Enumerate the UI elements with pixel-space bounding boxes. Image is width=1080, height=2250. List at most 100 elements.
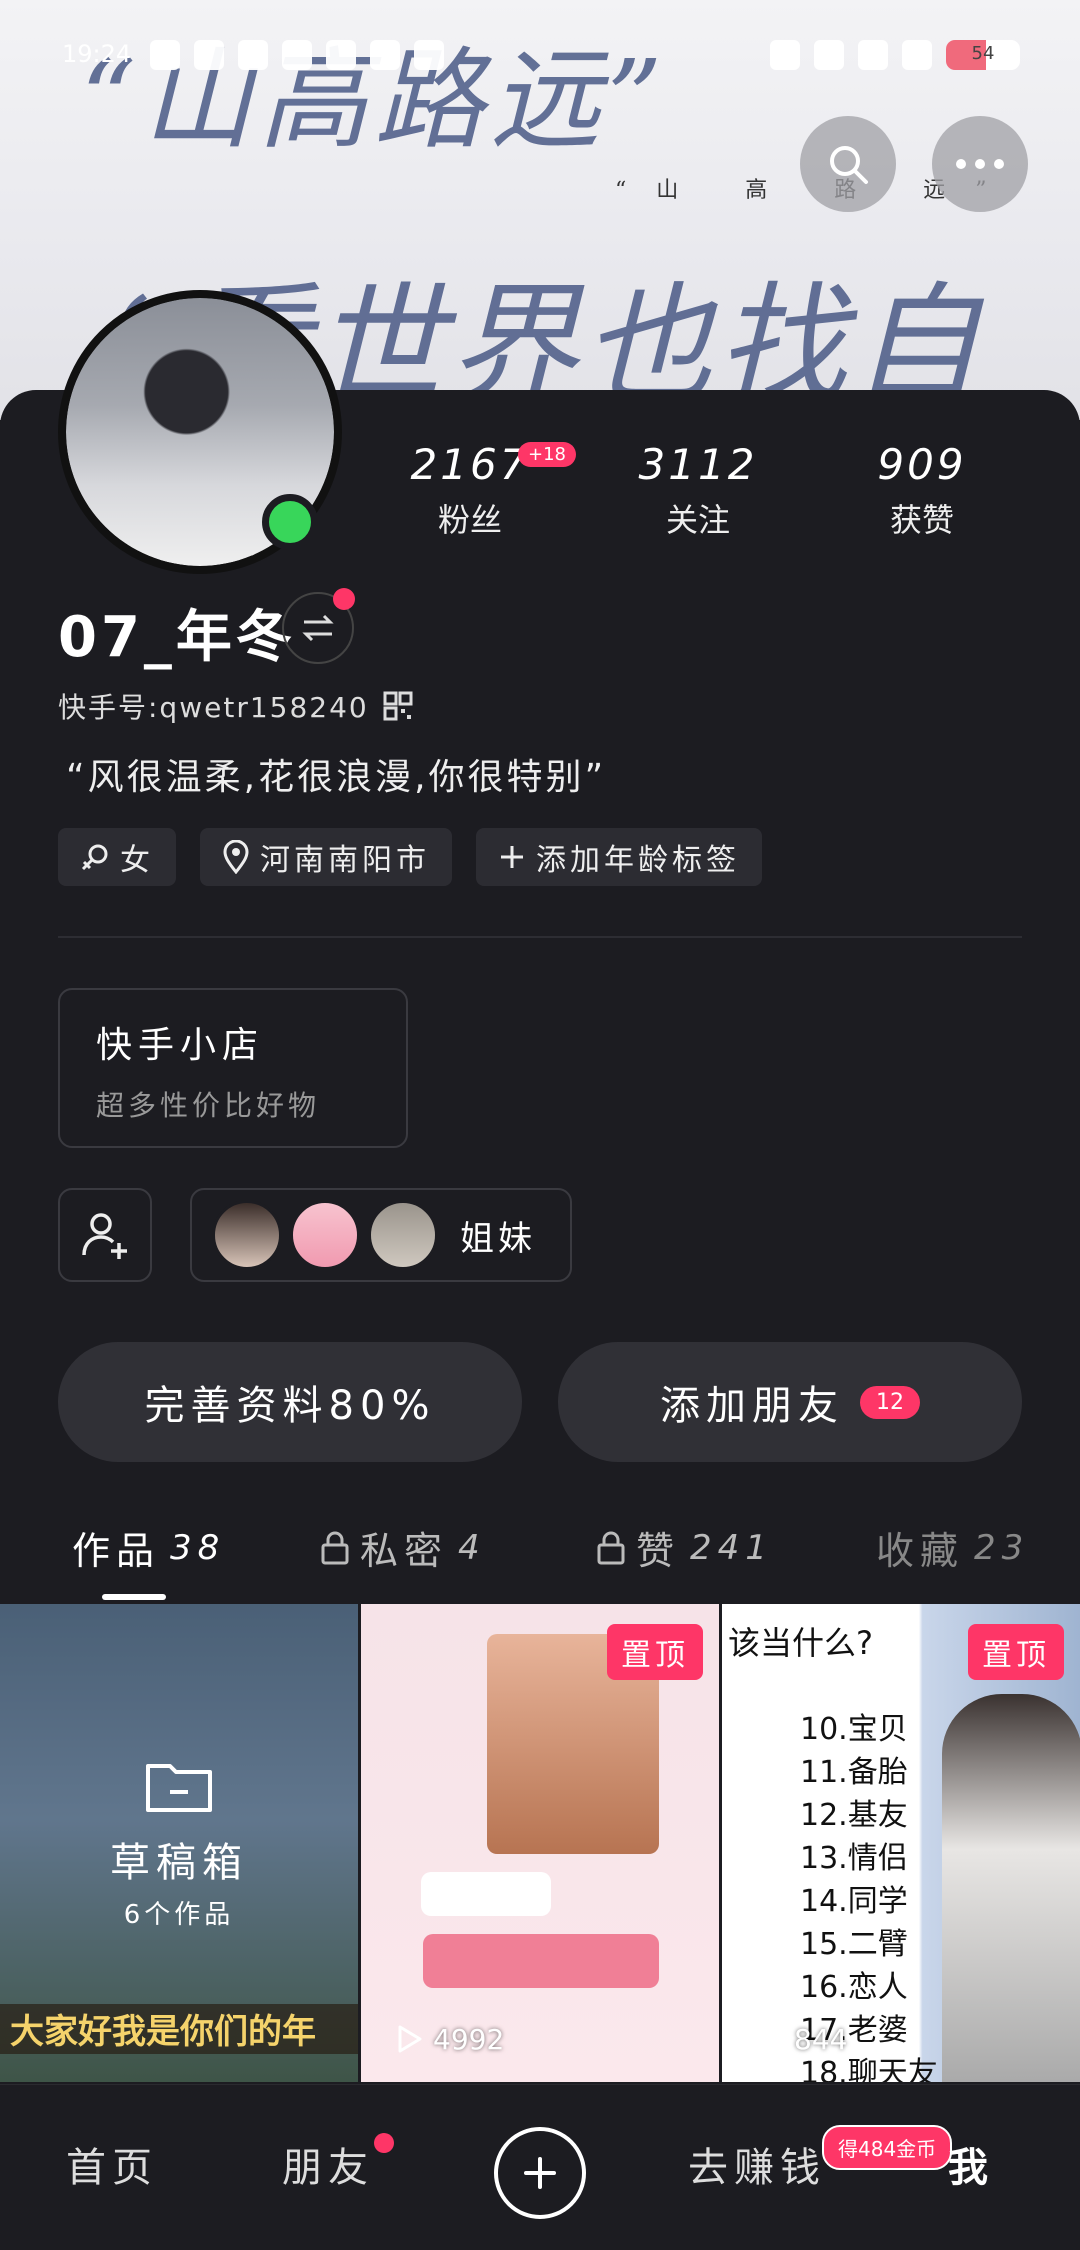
location-tag[interactable]: 河南南阳市 [200, 828, 452, 886]
tab-likes[interactable]: 赞 241 [596, 1520, 773, 1575]
pinned-badge: 置顶 [607, 1624, 703, 1680]
list-item: 11.备胎 [800, 1755, 908, 1790]
chat-bubble [423, 1934, 659, 1988]
tab-collections[interactable]: 收藏 23 [876, 1520, 1029, 1575]
group-member-avatar [212, 1200, 282, 1270]
content-tabs: 作品 38 私密 4 赞 241 收藏 23 [0, 1510, 1080, 1602]
battery-icon: 54 [946, 40, 1020, 70]
kuaishou-id: 快手号:qwetr158240 [58, 691, 369, 724]
drafts-cell[interactable]: 草稿箱 6个作品 大家好我是你们的年 [0, 1604, 358, 2082]
nav-friends[interactable]: 朋友 [282, 2135, 374, 2193]
notification-icon [370, 40, 400, 70]
gender-tag[interactable]: 女 [58, 828, 176, 886]
lock-icon [321, 1531, 349, 1564]
qr-code-icon[interactable] [383, 691, 413, 721]
complete-profile-button[interactable]: 完善资料80% [58, 1342, 522, 1462]
notification-icon [194, 40, 224, 70]
tab-private[interactable]: 私密 4 [320, 1520, 486, 1575]
chat-bubble [421, 1872, 551, 1916]
following-label: 关注 [665, 501, 730, 539]
nav-home[interactable]: 首页 [66, 2135, 158, 2193]
swap-arrows-icon [302, 614, 334, 642]
likes-stat[interactable]: 909 获赞 [832, 440, 1012, 541]
tab-works[interactable]: 作品 38 [72, 1520, 225, 1575]
add-age-tag-label: 添加年龄标签 [536, 843, 740, 878]
list-item: 13.情侣 [800, 1841, 908, 1876]
likes-label: 获赞 [889, 501, 954, 539]
likes-count: 909 [877, 440, 967, 489]
search-icon [830, 146, 868, 184]
play-count: 844 [752, 2022, 847, 2056]
following-stat[interactable]: 3112 关注 [608, 440, 788, 541]
complete-profile-label: 完善资料80% [144, 1383, 436, 1429]
add-age-tag[interactable]: 添加年龄标签 [476, 828, 762, 886]
shop-title: 快手小店 [96, 1025, 265, 1066]
signal-5g-icon [858, 40, 888, 70]
add-user-button[interactable] [58, 1188, 152, 1282]
earn-coins-badge: 得484金币 [822, 2125, 953, 2170]
nickname: 07_年冬 [58, 605, 296, 670]
add-friend-badge: 12 [860, 1385, 920, 1419]
drafts-title: 草稿箱 [110, 1839, 248, 1886]
add-user-icon [82, 1213, 127, 1259]
notification-icons [150, 40, 444, 70]
video-thumbnail[interactable]: 置顶 4992 [361, 1604, 719, 2082]
tab-private-label: 私密 [360, 1529, 449, 1573]
video-image [942, 1694, 1080, 2082]
status-right-icons: 54 [770, 40, 1020, 70]
list-item: 16.恋人 [800, 1970, 908, 2005]
drafts-caption: 大家好我是你们的年 [0, 2004, 358, 2054]
play-count: 4992 [391, 2022, 504, 2056]
group-member-avatar [368, 1200, 438, 1270]
shop-subtitle: 超多性价比好物 [96, 1089, 321, 1122]
list-item: 15.二臂 [800, 1927, 908, 1962]
gender-tag-label: 女 [120, 843, 154, 878]
vibrate-icon [770, 40, 800, 70]
more-button[interactable] [932, 116, 1028, 212]
works-grid: 草稿箱 6个作品 大家好我是你们的年 置顶 4992 该当什么? 10.宝贝 1… [0, 1604, 1080, 2084]
nav-earn[interactable]: 去赚钱 [688, 2135, 826, 2193]
plus-icon [524, 2157, 556, 2189]
video-thumbnail[interactable]: 该当什么? 10.宝贝 11.备胎 12.基友 13.情侣 14.同学 15.二… [722, 1604, 1080, 2082]
fans-label: 粉丝 [437, 501, 502, 539]
play-icon [759, 2025, 783, 2053]
add-friend-label: 添加朋友 [660, 1383, 844, 1429]
tab-works-count: 38 [170, 1527, 226, 1568]
create-post-button[interactable] [494, 2127, 586, 2219]
notification-icon [326, 40, 356, 70]
tab-private-count: 4 [458, 1527, 486, 1568]
friends-notification-dot [374, 2133, 394, 2153]
profile-tags: 女 河南南阳市 添加年龄标签 [58, 828, 762, 886]
following-count: 3112 [638, 440, 758, 489]
hd-icon [814, 40, 844, 70]
plus-icon [501, 846, 523, 868]
tab-likes-count: 241 [690, 1527, 773, 1568]
drafts-count: 6个作品 [123, 1899, 235, 1930]
play-icon [398, 2025, 422, 2053]
search-button[interactable] [800, 116, 896, 212]
notification-icon [282, 40, 312, 70]
nav-me[interactable]: 我 [948, 2135, 994, 2193]
divider [58, 936, 1022, 938]
kuaishou-id-row[interactable]: 快手号:qwetr158240 [58, 686, 413, 726]
pinned-badge: 置顶 [968, 1624, 1064, 1680]
location-pin-icon [223, 840, 249, 874]
play-count-value: 844 [794, 2022, 848, 2056]
fans-new-badge: +18 [518, 442, 576, 467]
kuaishou-shop-card[interactable]: 快手小店 超多性价比好物 [58, 988, 408, 1148]
play-count-value: 4992 [433, 2022, 505, 2056]
add-friend-button[interactable]: 添加朋友 12 [558, 1342, 1022, 1462]
video-heading: 该当什么? [728, 1624, 873, 1662]
battery-level: 54 [971, 43, 995, 64]
list-item: 10.宝贝 [800, 1712, 908, 1747]
location-tag-label: 河南南阳市 [260, 843, 430, 878]
tab-likes-label: 赞 [636, 1529, 681, 1573]
group-label: 姐妹 [460, 1218, 536, 1259]
active-tab-indicator [102, 1594, 166, 1600]
wifi-icon [902, 40, 932, 70]
sisters-group-card[interactable]: 姐妹 [190, 1188, 572, 1282]
lock-icon [597, 1531, 625, 1564]
list-item: 12.基友 [800, 1798, 908, 1833]
list-item: 18.聊天友 [800, 2056, 938, 2082]
status-bar: 19:24 54 [0, 36, 1080, 80]
